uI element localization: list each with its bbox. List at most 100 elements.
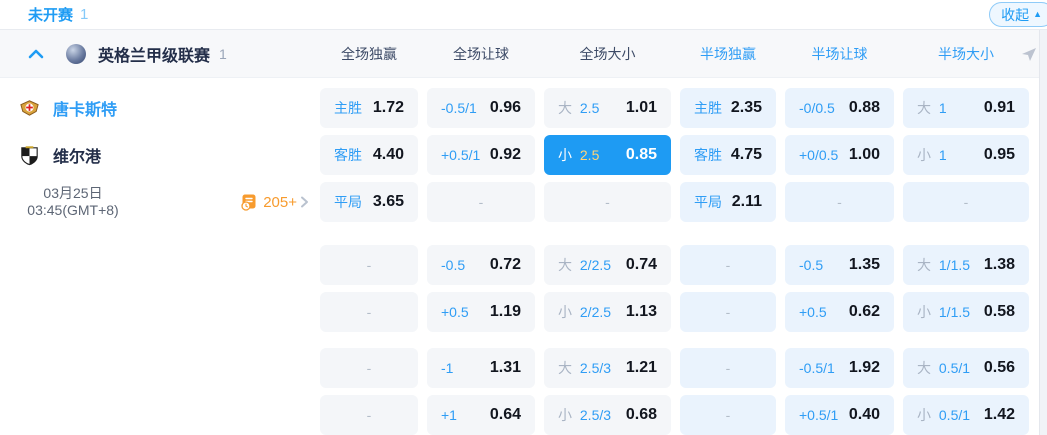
home-team-name: 唐卡斯特 [53,102,118,119]
collapse-button[interactable]: 收起 ▲ [989,2,1047,27]
odds-label: -0.5 [799,257,824,273]
away-team-row[interactable]: 维尔港 [0,135,311,175]
odds-cell[interactable]: +0.5 1.19 [427,292,535,332]
odds-cell-empty[interactable]: - [903,182,1029,222]
home-team-row[interactable]: 唐卡斯特 [0,88,311,128]
odds-label: 客胜 [334,147,362,163]
column-header-6: 半场大小 [938,45,994,62]
odds-cell-empty[interactable]: - [320,292,418,332]
column-header-4: 半场独赢 [700,45,756,62]
column-header-3: 全场大小 [579,45,636,62]
odds-cell-empty[interactable]: - [680,245,776,285]
odds-value: 1.21 [625,359,657,376]
odds-cell-empty[interactable]: - [680,395,776,435]
odds-cell[interactable]: +0.5/1 0.92 [427,135,535,175]
odds-cell[interactable]: -0.5 1.35 [785,245,894,285]
odds-cell[interactable]: 客胜 4.40 [320,135,418,175]
ou-prefix: 小 [558,304,576,320]
odds-cell[interactable]: -0.5/1 1.92 [785,348,894,388]
odds-value: 1.72 [372,99,404,116]
odds-cell-overunder[interactable]: 大 1/1.5 1.38 [903,245,1029,285]
pin-arrow-icon[interactable] [1021,47,1037,62]
odds-cell-empty[interactable]: - [544,182,671,222]
odds-cell[interactable]: +0.5/1 0.40 [785,395,894,435]
ou-prefix: 大 [558,257,576,273]
ou-line: 1/1.5 [938,257,971,273]
ou-prefix: 小 [558,407,576,423]
odds-label: +0.5/1 [799,407,839,423]
odds-label: 主胜 [694,100,722,116]
ou-prefix: 大 [917,257,935,273]
odds-label: +1 [441,407,457,423]
odds-cell[interactable]: +0.5 0.62 [785,292,894,332]
ou-prefix: 大 [558,100,576,116]
odds-value: 0.96 [489,99,521,116]
odds-cell[interactable]: -0.5 0.72 [427,245,535,285]
odds-value: 1.19 [489,303,521,320]
odds-cell[interactable]: 平局 3.65 [320,182,418,222]
odds-cell-empty[interactable]: - [320,395,418,435]
odds-cell[interactable]: 主胜 1.72 [320,88,418,128]
ou-prefix: 大 [558,360,576,376]
ou-prefix: 小 [558,147,576,163]
odds-label: +0.5/1 [441,147,481,163]
odds-cell[interactable]: -0.5/1 0.96 [427,88,535,128]
odds-label: 主胜 [334,100,362,116]
odds-cell[interactable]: -1 1.31 [427,348,535,388]
odds-page: 未开赛 1 收起 ▲ 英格兰甲级联赛 1 全场独赢 全场让球 全场大小 半场独赢 半场让… [0,0,1047,435]
away-team-badge-icon [21,145,38,165]
odds-cell[interactable]: +1 0.64 [427,395,535,435]
odds-cell-empty[interactable]: - [320,245,418,285]
odds-cell-overunder[interactable]: 大 2.5/3 1.21 [544,348,671,388]
odds-value: 1.00 [848,146,880,163]
odds-value: 4.40 [372,146,404,163]
odds-cell-overunder[interactable]: 大 1 0.91 [903,88,1029,128]
odds-label: +0/0.5 [799,147,839,163]
league-name[interactable]: 英格兰甲级联赛 [98,42,210,66]
ou-line: 2.5 [579,147,600,163]
odds-value: 0.62 [848,303,880,320]
odds-cell-overunder[interactable]: 小 1/1.5 0.58 [903,292,1029,332]
odds-label: -0.5/1 [799,360,835,376]
odds-cell-overunder[interactable]: 小 1 0.95 [903,135,1029,175]
odds-value: 1.01 [625,99,657,116]
odds-label: 客胜 [694,147,722,163]
odds-value: 3.65 [372,193,404,210]
ou-line: 0.5/1 [938,407,971,423]
tab-not-started[interactable]: 未开赛 [28,4,73,25]
odds-cell-overunder[interactable]: 小 2.5/3 0.68 [544,395,671,435]
odds-cell-empty[interactable]: - [680,348,776,388]
odds-cell-overunder[interactable]: 小 0.5/1 1.42 [903,395,1029,435]
odds-cell-empty[interactable]: - [680,292,776,332]
odds-value: 0.40 [848,406,880,423]
odds-cell[interactable]: 主胜 2.35 [680,88,776,128]
odds-cell[interactable]: +0/0.5 1.00 [785,135,894,175]
more-markets-link[interactable]: 205+ [240,193,309,211]
ou-line: 1 [938,147,947,163]
odds-cell-empty[interactable]: - [320,348,418,388]
odds-cell-overunder[interactable]: 大 2/2.5 0.74 [544,245,671,285]
odds-cell-empty[interactable]: - [427,182,535,222]
odds-label: +0.5 [441,304,469,320]
odds-value: 1.92 [848,359,880,376]
odds-cell[interactable]: 平局 2.11 [680,182,776,222]
column-header-1: 全场独赢 [341,45,397,62]
odds-cell[interactable]: -0/0.5 0.88 [785,88,894,128]
ou-prefix: 大 [917,360,935,376]
odds-cell-empty[interactable]: - [785,182,894,222]
ou-line: 2.5/3 [579,407,612,423]
odds-cell-overunder[interactable]: 大 0.5/1 0.56 [903,348,1029,388]
league-info: 英格兰甲级联赛 1 [0,42,311,66]
odds-cell[interactable]: 客胜 4.75 [680,135,776,175]
ou-prefix: 大 [917,100,935,116]
ou-line: 2.5 [579,100,600,116]
match-date: 03月25日 [43,185,103,201]
odds-cell-overunder[interactable]: 小 2/2.5 1.13 [544,292,671,332]
chevron-up-icon[interactable] [28,49,44,59]
odds-cell-overunder[interactable]: 大 2.5 1.01 [544,88,671,128]
collapse-triangle-icon: ▲ [1033,9,1042,19]
odds-cell-overunder-selected[interactable]: 小 2.5 0.85 [544,135,671,175]
